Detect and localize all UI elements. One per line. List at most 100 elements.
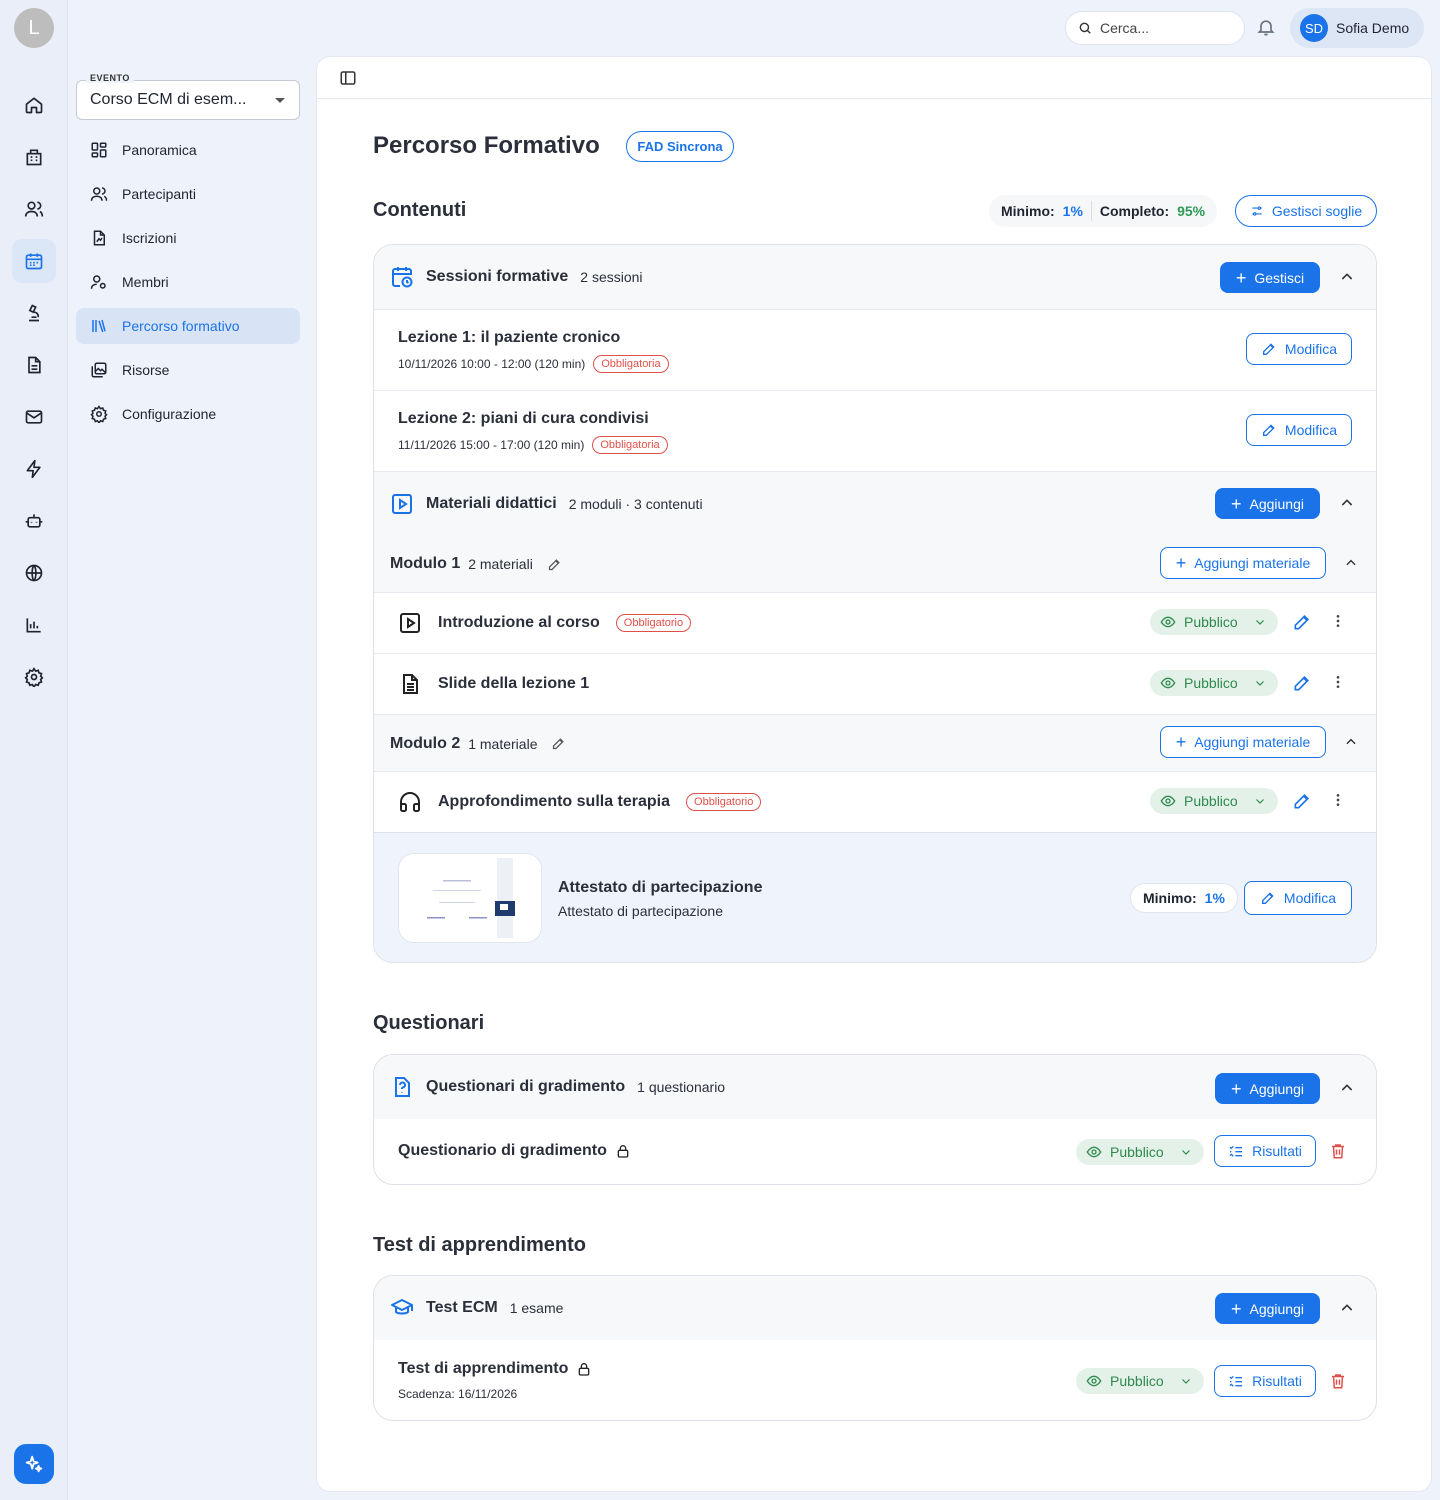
bar-chart-icon[interactable] — [12, 603, 56, 647]
users-icon[interactable] — [12, 187, 56, 231]
visibility-select[interactable]: Pubblico — [1150, 609, 1278, 635]
edit-material-pencil-icon[interactable] — [1292, 791, 1312, 811]
calendar-clock-icon — [392, 267, 413, 288]
user-key-icon — [90, 275, 106, 289]
certificate-title: Attestato di partecipazione — [558, 879, 763, 896]
sidebar-item-label: Iscrizioni — [122, 230, 177, 246]
search-input[interactable]: Cerca... — [1065, 11, 1245, 45]
visibility-select[interactable]: Pubblico — [1076, 1139, 1204, 1165]
main-panel: Percorso Formativo FAD Sincrona Contenut… — [316, 56, 1432, 1492]
chevron-up-icon[interactable] — [1339, 269, 1355, 285]
material-title: Approfondimento sulla terapia — [438, 793, 671, 810]
event-select-label: EVENTO — [86, 73, 134, 83]
microscope-icon[interactable] — [12, 291, 56, 335]
surveys-card: Questionari di gradimento 1 questionario… — [373, 1054, 1377, 1185]
edit-session-button[interactable]: Modifica — [1246, 333, 1352, 365]
edit-material-pencil-icon[interactable] — [1292, 673, 1312, 693]
min-label: Minimo: — [1001, 203, 1055, 219]
images-icon — [91, 362, 107, 378]
add-material-button[interactable]: + Aggiungi — [1215, 488, 1320, 519]
sidebar-item-percorso-formativo[interactable]: Percorso formativo — [76, 308, 300, 344]
add-test-button[interactable]: + Aggiungi — [1215, 1293, 1320, 1324]
org-avatar-initial: L — [28, 16, 40, 39]
play-square-icon — [392, 493, 412, 514]
eye-icon — [1086, 1146, 1102, 1158]
manage-thresholds-button[interactable]: Gestisci soglie — [1235, 195, 1377, 227]
add-module-material-button[interactable]: + Aggiungi materiale — [1160, 726, 1326, 758]
event-select[interactable]: Corso ECM di esem... — [76, 80, 300, 120]
test-title: Test di apprendimento — [398, 1360, 592, 1378]
test-results-button[interactable]: Risultati — [1214, 1365, 1316, 1397]
edit-session-button[interactable]: Modifica — [1246, 414, 1352, 446]
sidebar-item-partecipanti[interactable]: Partecipanti — [76, 176, 300, 212]
trash-icon[interactable] — [1329, 1142, 1347, 1160]
users-icon — [90, 187, 108, 201]
plus-icon: + — [1230, 493, 1242, 514]
chevron-down-icon — [1255, 799, 1264, 804]
sidebar-toggle-icon[interactable] — [339, 69, 357, 87]
org-avatar[interactable]: L — [14, 8, 54, 48]
more-vertical-icon[interactable] — [1330, 674, 1346, 690]
survey-row: Questionario di gradimento Pubblico Risu… — [374, 1119, 1376, 1184]
sidebar-item-risorse[interactable]: Risorse — [76, 352, 300, 388]
chevron-up-icon[interactable] — [1339, 1300, 1355, 1316]
add-material-label: Aggiungi — [1249, 495, 1305, 512]
session-row: Lezione 2: piani di cura condivisi 11/11… — [374, 390, 1376, 471]
chevron-up-icon[interactable] — [1344, 735, 1358, 749]
session-title: Lezione 1: il paziente cronico — [398, 329, 621, 346]
edit-certificate-label: Modifica — [1283, 890, 1337, 906]
edit-material-pencil-icon[interactable] — [1292, 612, 1312, 632]
sidebar-item-panoramica[interactable]: Panoramica — [76, 132, 300, 168]
eye-icon — [1086, 1375, 1102, 1387]
required-badge: Obbligatoria — [592, 436, 668, 454]
bell-icon[interactable] — [1256, 17, 1276, 37]
visibility-select[interactable]: Pubblico — [1076, 1368, 1204, 1394]
globe-icon[interactable] — [12, 551, 56, 595]
plus-icon: + — [1230, 1298, 1242, 1319]
add-survey-button[interactable]: + Aggiungi — [1215, 1073, 1320, 1104]
document-icon[interactable] — [12, 343, 56, 387]
survey-results-label: Risultati — [1252, 1143, 1302, 1159]
ai-sparkle-icon[interactable] — [14, 1444, 54, 1484]
add-module-material-button[interactable]: + Aggiungi materiale — [1160, 547, 1326, 579]
list-check-icon — [1229, 1375, 1243, 1387]
chevron-up-icon[interactable] — [1339, 495, 1355, 511]
chevron-up-icon[interactable] — [1344, 556, 1358, 570]
pencil-icon[interactable] — [551, 736, 566, 751]
manage-sessions-button[interactable]: + Gestisci — [1220, 262, 1320, 293]
visibility-select[interactable]: Pubblico — [1150, 670, 1278, 696]
home-icon[interactable] — [12, 83, 56, 127]
add-survey-label: Aggiungi — [1249, 1080, 1305, 1097]
lightning-icon[interactable] — [12, 447, 56, 491]
sidebar-item-iscrizioni[interactable]: Iscrizioni — [76, 220, 300, 256]
plus-icon: + — [1175, 732, 1187, 752]
edit-certificate-button[interactable]: Modifica — [1244, 881, 1352, 915]
event-sidebar: Corso ECM di esem... EVENTO Panoramica P… — [68, 56, 316, 1500]
document-icon — [403, 674, 418, 694]
user-name: Sofia Demo — [1336, 20, 1410, 36]
user-menu[interactable]: SD Sofia Demo — [1290, 8, 1424, 48]
robot-icon[interactable] — [12, 499, 56, 543]
visibility-label: Pubblico — [1110, 1373, 1164, 1389]
materials-title: Materiali didattici — [426, 494, 557, 512]
visibility-select[interactable]: Pubblico — [1150, 788, 1278, 814]
certificate-panel: Attestato di partecipazione Attestato di… — [374, 832, 1376, 962]
more-vertical-icon[interactable] — [1330, 792, 1346, 808]
calendar-icon[interactable] — [12, 239, 56, 283]
visibility-label: Pubblico — [1184, 614, 1238, 630]
tests-title: Test ECM — [426, 1299, 498, 1316]
manage-sessions-label: Gestisci — [1254, 269, 1305, 286]
settings-icon[interactable] — [12, 655, 56, 699]
file-signature-icon — [93, 230, 105, 246]
sidebar-item-configurazione[interactable]: Configurazione — [76, 396, 300, 432]
trash-icon[interactable] — [1329, 1372, 1347, 1390]
lock-icon — [617, 1144, 629, 1158]
question-file-icon — [395, 1077, 410, 1097]
sidebar-item-membri[interactable]: Membri — [76, 264, 300, 300]
building-icon[interactable] — [12, 135, 56, 179]
survey-results-button[interactable]: Risultati — [1214, 1135, 1316, 1167]
chevron-up-icon[interactable] — [1339, 1080, 1355, 1096]
mail-icon[interactable] — [12, 395, 56, 439]
more-vertical-icon[interactable] — [1330, 613, 1346, 629]
pencil-icon[interactable] — [547, 557, 562, 572]
